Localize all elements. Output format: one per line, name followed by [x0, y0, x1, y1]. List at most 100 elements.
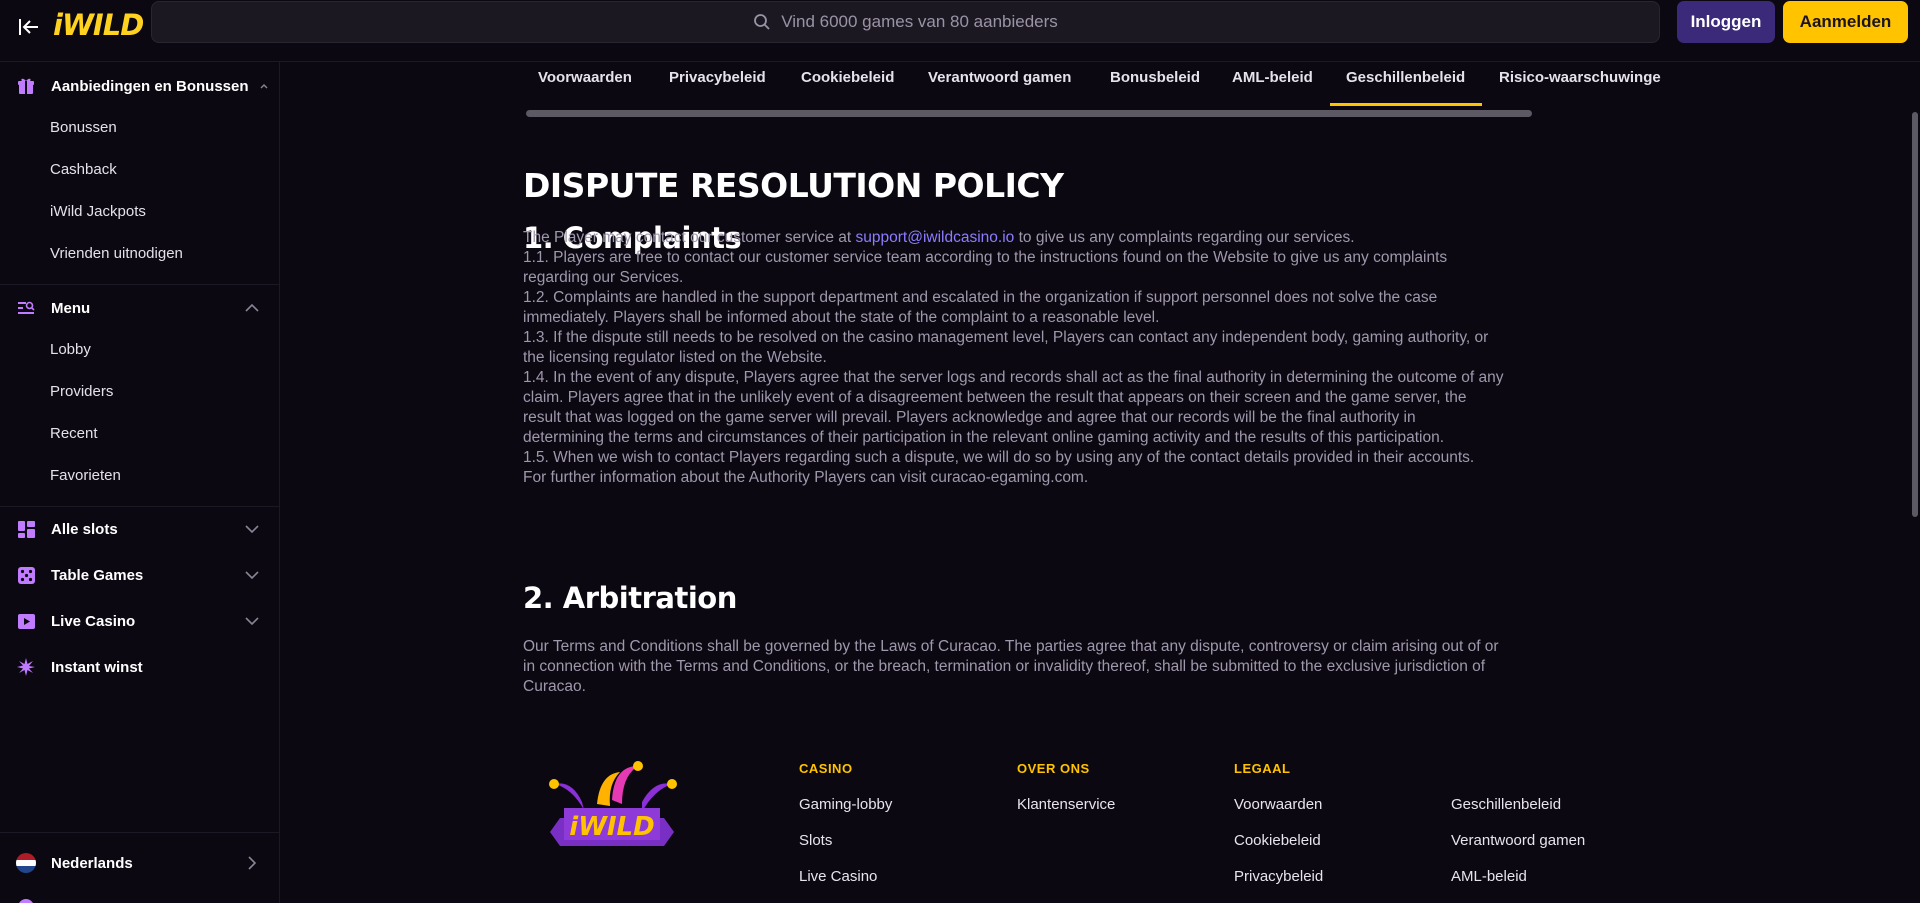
chevron-up-icon: [256, 78, 272, 94]
support-email-link[interactable]: support@iwildcasino.io: [856, 229, 1015, 246]
flag-nl-icon: [16, 853, 36, 873]
footer-link-gaming-lobby[interactable]: Gaming-lobby: [799, 796, 892, 813]
burst-icon: [16, 657, 36, 677]
chevron-up-icon: [244, 300, 260, 316]
text-line: Our Terms and Conditions shall be govern…: [523, 638, 1499, 655]
section-title-arbitration: 2. Arbitration: [523, 581, 737, 615]
sidebar-item-providers[interactable]: Providers: [50, 381, 113, 403]
text-line: immediately. Players shall be informed a…: [523, 309, 1160, 326]
register-button[interactable]: Aanmelden: [1783, 1, 1908, 43]
dice-icon: [16, 565, 36, 585]
tab-verantwoord-gamen[interactable]: Verantwoord gamen: [928, 69, 1071, 86]
page-scrollbar[interactable]: [1912, 112, 1918, 517]
footer-link-aml-beleid[interactable]: AML-beleid: [1451, 868, 1527, 885]
active-tab-indicator: [1330, 103, 1482, 106]
policy-tabs: Voorwaarden Privacybeleid Cookiebeleid V…: [281, 62, 1908, 106]
arbitration-text: Our Terms and Conditions shall be govern…: [523, 637, 1653, 697]
footer-logo[interactable]: iWILD: [542, 760, 682, 870]
text-line: 1.1. Players are free to contact our cus…: [523, 249, 1448, 266]
sidebar: Aanbiedingen en Bonussen Bonussen Cashba…: [0, 62, 280, 903]
tabs-scrollbar[interactable]: [526, 110, 1532, 117]
search-input[interactable]: Vind 6000 games van 80 aanbieders: [151, 1, 1660, 43]
text-line: the licensing regulator listed on the We…: [523, 349, 827, 366]
text-line: Curacao.: [523, 678, 586, 695]
divider: [0, 284, 280, 285]
jester-hat-icon: [554, 783, 584, 810]
footer-link-geschillenbeleid[interactable]: Geschillenbeleid: [1451, 796, 1561, 813]
language-selector[interactable]: Nederlands: [0, 843, 280, 883]
search-placeholder: Vind 6000 games van 80 aanbieders: [781, 12, 1058, 31]
text-line: 1.2. Complaints are handled in the suppo…: [523, 289, 1438, 306]
footer-casino-title: CASINO: [799, 761, 853, 776]
chat-icon: [16, 897, 36, 903]
collapse-sidebar-icon[interactable]: [14, 12, 44, 42]
text-line: result that was logged on the game serve…: [523, 409, 1416, 426]
footer-link-live-casino[interactable]: Live Casino: [799, 868, 877, 885]
chevron-down-icon: [244, 567, 260, 583]
sidebar-item-jackpots[interactable]: iWild Jackpots: [50, 201, 146, 223]
text-line: in connection with the Terms and Conditi…: [523, 658, 1486, 675]
tab-geschillenbeleid[interactable]: Geschillenbeleid: [1346, 69, 1465, 86]
text-line: 1.5. When we wish to contact Players reg…: [523, 449, 1475, 466]
text-fragment: to give us any complaints regarding our …: [1014, 229, 1355, 246]
tab-aml-beleid[interactable]: AML-beleid: [1232, 69, 1313, 86]
sidebar-item-recent[interactable]: Recent: [50, 423, 98, 445]
gift-icon: [16, 76, 36, 96]
footer-link-slots[interactable]: Slots: [799, 832, 832, 849]
grid-icon: [16, 519, 36, 539]
text-line: For further information about the Author…: [523, 469, 1089, 486]
footer-about-title: OVER ONS: [1017, 761, 1090, 776]
sidebar-group-label: Aanbiedingen en Bonussen: [51, 77, 249, 95]
chevron-right-icon: [244, 855, 260, 871]
play-icon: [16, 611, 36, 631]
chevron-down-icon: [244, 613, 260, 629]
footer-logo-text: iWILD: [569, 812, 654, 842]
main-content: Voorwaarden Privacybeleid Cookiebeleid V…: [281, 62, 1908, 903]
sidebar-item-label: Live Casino: [51, 612, 136, 630]
sidebar-group-offers[interactable]: Aanbiedingen en Bonussen: [0, 66, 280, 106]
divider: [0, 506, 280, 507]
sidebar-item-partial[interactable]: [0, 887, 280, 903]
sidebar-item-label: Alle slots: [51, 520, 118, 538]
sidebar-item-live-casino[interactable]: Live Casino: [0, 601, 280, 641]
footer-link-customer-service[interactable]: Klantenservice: [1017, 796, 1115, 813]
text-line: 1.3. If the dispute still needs to be re…: [523, 329, 1489, 346]
footer-link-cookiebeleid[interactable]: Cookiebeleid: [1234, 832, 1321, 849]
menu-search-icon: [16, 298, 36, 318]
text-line: determining the terms and circumstances …: [523, 429, 1445, 446]
page-title: DISPUTE RESOLUTION POLICY: [523, 166, 1064, 205]
footer-legal-title: LEGAAL: [1234, 761, 1291, 776]
tab-privacybeleid[interactable]: Privacybeleid: [669, 69, 766, 86]
sidebar-item-favorites[interactable]: Favorieten: [50, 465, 121, 487]
sidebar-item-lobby[interactable]: Lobby: [50, 339, 91, 361]
sidebar-item-table-games[interactable]: Table Games: [0, 555, 280, 595]
sidebar-item-invite-friends[interactable]: Vrienden uitnodigen: [50, 243, 183, 265]
sidebar-item-instant-win[interactable]: Instant winst: [0, 647, 280, 687]
tab-cookiebeleid[interactable]: Cookiebeleid: [801, 69, 894, 86]
sidebar-item-all-slots[interactable]: Alle slots: [0, 509, 280, 549]
complaints-text: The Player may contact our customer serv…: [523, 228, 1653, 488]
text-line: regarding our Services.: [523, 269, 684, 286]
footer-link-verantwoord-gamen[interactable]: Verantwoord gamen: [1451, 832, 1585, 849]
text-fragment: The Player may contact our customer serv…: [523, 229, 856, 246]
language-label: Nederlands: [51, 854, 133, 872]
text-line: 1.4. In the event of any dispute, Player…: [523, 369, 1504, 386]
divider: [0, 832, 280, 833]
top-bar: iWILD Vind 6000 games van 80 aanbieders …: [0, 0, 1920, 62]
footer-link-voorwaarden[interactable]: Voorwaarden: [1234, 796, 1322, 813]
sidebar-group-menu[interactable]: Menu: [0, 288, 280, 328]
chevron-down-icon: [244, 521, 260, 537]
tab-voorwaarden[interactable]: Voorwaarden: [538, 69, 632, 86]
footer-link-privacybeleid[interactable]: Privacybeleid: [1234, 868, 1323, 885]
sidebar-item-label: Instant winst: [51, 658, 143, 676]
sidebar-item-label: Table Games: [51, 566, 144, 584]
text-line: claim. Players agree that in the unlikel…: [523, 389, 1467, 406]
tab-risico-waarschuwingen[interactable]: Risico-waarschuwinge: [1499, 69, 1661, 86]
sidebar-item-cashback[interactable]: Cashback: [50, 159, 117, 181]
tab-bonusbeleid[interactable]: Bonusbeleid: [1110, 69, 1200, 86]
login-button[interactable]: Inloggen: [1677, 1, 1775, 43]
search-icon: [754, 14, 770, 30]
text-line: The Player may contact our customer serv…: [523, 228, 1653, 248]
sidebar-item-bonussen[interactable]: Bonussen: [50, 117, 117, 139]
logo[interactable]: iWILD: [53, 9, 144, 41]
